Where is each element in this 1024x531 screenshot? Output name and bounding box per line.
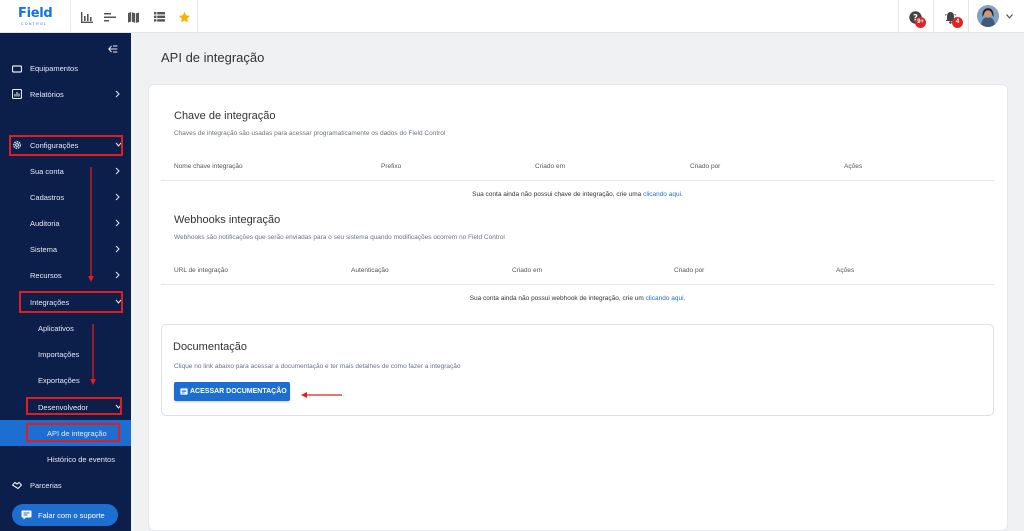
divider bbox=[197, 0, 198, 33]
create-key-link[interactable]: clicando aqui. bbox=[643, 191, 683, 198]
column-header: Ações bbox=[836, 267, 855, 274]
column-header: Criado por bbox=[690, 163, 721, 170]
logo-word: Field bbox=[18, 6, 53, 21]
column-header: Criado em bbox=[512, 267, 542, 274]
divider bbox=[933, 0, 934, 33]
document-icon bbox=[180, 388, 188, 395]
sidebar: Equipamentos Relatórios Configurações Su… bbox=[0, 33, 131, 531]
column-header: Criado por bbox=[674, 267, 705, 274]
main-card bbox=[148, 84, 1008, 531]
annotation-arrow bbox=[301, 392, 342, 398]
access-documentation-button[interactable]: ACESSAR DOCUMENTAÇÃO bbox=[174, 382, 290, 401]
table-divider bbox=[161, 284, 994, 285]
avatar[interactable] bbox=[977, 5, 999, 27]
keys-empty-message: Sua conta ainda não possui chave de inte… bbox=[161, 191, 994, 198]
star-icon[interactable] bbox=[176, 9, 192, 25]
divider bbox=[70, 0, 71, 33]
column-header: Criado em bbox=[535, 163, 565, 170]
docs-section-title: Documentação bbox=[173, 341, 247, 353]
create-webhook-link[interactable]: clicando aqui. bbox=[646, 295, 686, 302]
annotation-arrows bbox=[88, 167, 96, 385]
webhooks-section-title: Webhooks integração bbox=[174, 214, 281, 226]
column-header: Ações bbox=[844, 163, 863, 170]
map-icon[interactable] bbox=[125, 9, 141, 25]
webhooks-empty-message: Sua conta ainda não possui webhook de in… bbox=[161, 295, 994, 302]
logo-subtitle: CONTROL bbox=[21, 22, 48, 26]
list-icon[interactable] bbox=[102, 9, 118, 25]
empty-text: Sua conta ainda não possui webhook de in… bbox=[469, 295, 646, 302]
keys-section-description: Chaves de integração são usadas para ace… bbox=[174, 130, 446, 137]
chat-icon bbox=[21, 510, 32, 520]
table-divider bbox=[161, 180, 994, 181]
page-title: API de integração bbox=[161, 50, 265, 65]
table-icon[interactable] bbox=[151, 9, 167, 25]
webhooks-section-description: Webhooks são notificações que serão envi… bbox=[174, 234, 505, 241]
divider bbox=[898, 0, 899, 33]
documentation-card bbox=[161, 324, 994, 416]
chevron-down-icon[interactable] bbox=[1006, 14, 1013, 19]
top-bar: Field CONTROL ? 9+ 4 bbox=[0, 0, 1024, 33]
notification-badge: 4 bbox=[952, 17, 963, 28]
column-header: Autenticação bbox=[351, 267, 389, 274]
divider bbox=[968, 0, 969, 33]
keys-section-title: Chave de integração bbox=[174, 110, 276, 122]
bar-chart-icon[interactable] bbox=[79, 9, 95, 25]
docs-section-description: Clique no link abaixo para acessar a doc… bbox=[174, 363, 461, 370]
column-header: URL de integração bbox=[174, 267, 228, 274]
support-button[interactable]: Falar com o suporte bbox=[12, 504, 118, 526]
support-label: Falar com o suporte bbox=[38, 510, 105, 520]
field-control-logo[interactable]: Field CONTROL bbox=[18, 6, 54, 28]
help-badge: 9+ bbox=[915, 17, 926, 28]
column-header: Nome chave integração bbox=[174, 163, 243, 170]
empty-text: Sua conta ainda não possui chave de inte… bbox=[472, 191, 644, 198]
column-header: Prefixo bbox=[381, 163, 402, 170]
button-label: ACESSAR DOCUMENTAÇÃO bbox=[190, 388, 287, 395]
